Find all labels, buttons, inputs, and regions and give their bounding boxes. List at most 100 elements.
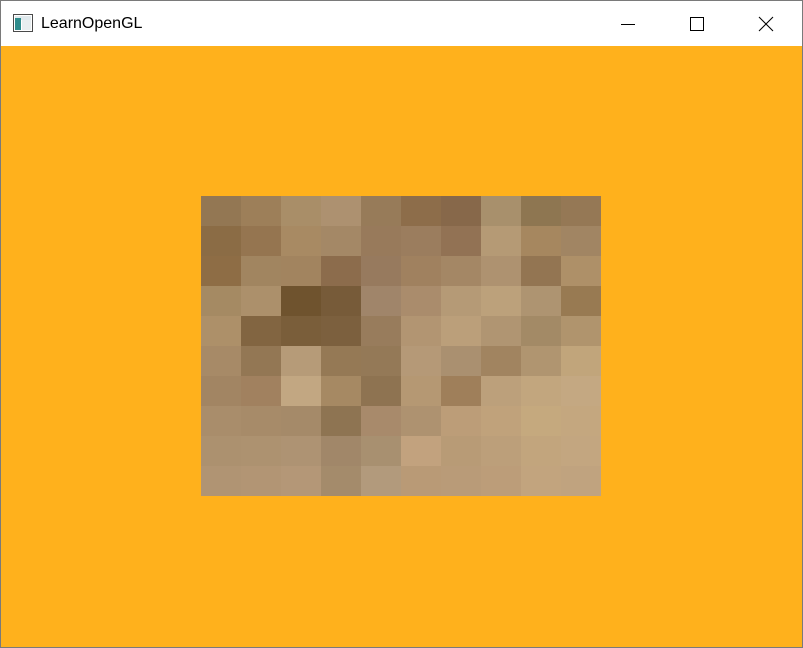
texture-texel (321, 346, 361, 376)
texture-texel (521, 376, 561, 406)
texture-texel (441, 256, 481, 286)
close-icon (758, 16, 774, 32)
texture-texel (241, 256, 281, 286)
texture-texel (361, 346, 401, 376)
texture-texel (561, 406, 601, 436)
texture-texel (441, 226, 481, 256)
texture-texel (241, 346, 281, 376)
texture-texel (521, 436, 561, 466)
texture-texel (561, 196, 601, 226)
texture-texel (521, 256, 561, 286)
texture-texel (321, 436, 361, 466)
texture-texel (401, 286, 441, 316)
texture-texel (521, 226, 561, 256)
texture-texel (521, 406, 561, 436)
textured-quad (201, 196, 601, 496)
maximize-button[interactable] (674, 1, 720, 46)
texture-texel (281, 346, 321, 376)
texture-texel (281, 316, 321, 346)
texture-texel (241, 406, 281, 436)
texture-texel (481, 346, 521, 376)
title-bar[interactable]: LearnOpenGL (1, 1, 802, 46)
texture-texel (441, 346, 481, 376)
texture-texel (561, 376, 601, 406)
texture-texel (521, 466, 561, 496)
texture-texel (441, 376, 481, 406)
texture-texel (321, 256, 361, 286)
texture-texel (481, 256, 521, 286)
texture-texel (201, 226, 241, 256)
texture-texel (481, 466, 521, 496)
window-title: LearnOpenGL (41, 15, 143, 32)
texture-texel (361, 226, 401, 256)
texture-texel (481, 376, 521, 406)
app-icon[interactable] (13, 14, 33, 32)
texture-texel (481, 196, 521, 226)
texture-texel (521, 316, 561, 346)
texture-texel (281, 376, 321, 406)
texture-texel (361, 316, 401, 346)
texture-texel (441, 436, 481, 466)
texture-texel (361, 376, 401, 406)
texture-texel (561, 226, 601, 256)
texture-texel (241, 286, 281, 316)
texture-texel (281, 436, 321, 466)
texture-texel (521, 346, 561, 376)
texture-texel (521, 196, 561, 226)
texture-texel (441, 466, 481, 496)
minimize-icon (620, 16, 636, 32)
texture-texel (321, 226, 361, 256)
texture-texel (321, 406, 361, 436)
minimize-button[interactable] (605, 1, 651, 46)
texture-texel (481, 226, 521, 256)
texture-texel (281, 256, 321, 286)
texture-texel (441, 316, 481, 346)
maximize-icon (689, 16, 705, 32)
app-window: LearnOpenGL (0, 0, 803, 648)
texture-texel (201, 436, 241, 466)
render-canvas[interactable] (1, 46, 802, 647)
texture-texel (201, 316, 241, 346)
texture-texel (201, 196, 241, 226)
texture-texel (241, 466, 281, 496)
texture-texel (321, 466, 361, 496)
texture-texel (401, 376, 441, 406)
texture-texel (241, 316, 281, 346)
texture-texel (481, 406, 521, 436)
texture-texel (401, 406, 441, 436)
texture-texel (281, 466, 321, 496)
texture-texel (441, 406, 481, 436)
texture-texel (201, 256, 241, 286)
texture-texel (361, 286, 401, 316)
texture-texel (441, 196, 481, 226)
texture-texel (201, 346, 241, 376)
texture-texel (481, 436, 521, 466)
texture-texel (241, 226, 281, 256)
texture-texel (201, 286, 241, 316)
texture-texel (561, 436, 601, 466)
texture-texel (361, 436, 401, 466)
texture-texel (401, 196, 441, 226)
texture-texel (561, 466, 601, 496)
texture-texel (481, 316, 521, 346)
texture-texel (401, 316, 441, 346)
texture-texel (241, 196, 281, 226)
texture-texel (281, 196, 321, 226)
close-button[interactable] (743, 1, 789, 46)
texture-texel (241, 376, 281, 406)
texture-texel (561, 286, 601, 316)
texture-texel (281, 286, 321, 316)
texture-texel (481, 286, 521, 316)
texture-texel (441, 286, 481, 316)
texture-texel (201, 376, 241, 406)
texture-texel (201, 466, 241, 496)
texture-texel (281, 226, 321, 256)
texture-texel (401, 256, 441, 286)
texture-texel (281, 406, 321, 436)
texture-texel (361, 466, 401, 496)
texture-texel (241, 436, 281, 466)
texture-texel (561, 346, 601, 376)
texture-texel (401, 466, 441, 496)
texture-texel (401, 226, 441, 256)
texture-texel (321, 316, 361, 346)
